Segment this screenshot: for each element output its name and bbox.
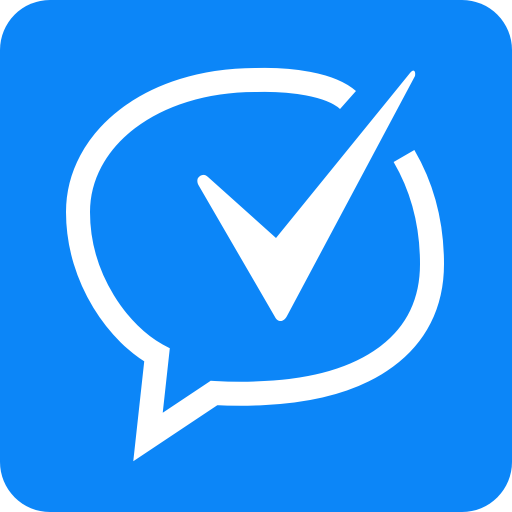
- app-icon[interactable]: [0, 0, 512, 512]
- chat-bubble-checkmark-icon: [0, 0, 512, 512]
